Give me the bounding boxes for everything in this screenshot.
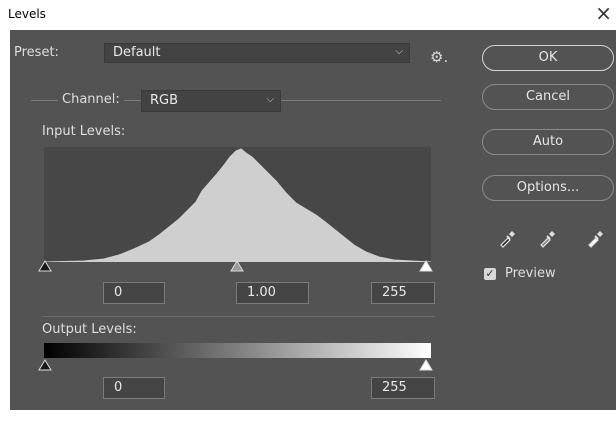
input-black-field[interactable]: 0	[103, 282, 165, 304]
preview-checkbox[interactable]: ✓	[484, 268, 496, 280]
cancel-button[interactable]: Cancel	[482, 84, 614, 110]
preset-value: Default	[113, 45, 161, 60]
input-gamma-field[interactable]: 1.00	[236, 282, 309, 304]
divider	[42, 316, 435, 317]
close-icon[interactable]: ×	[595, 2, 612, 24]
ok-button[interactable]: OK	[482, 45, 614, 71]
output-black-slider[interactable]	[38, 359, 52, 371]
input-black-slider[interactable]	[38, 260, 52, 272]
channel-value: RGB	[150, 93, 179, 108]
levels-panel: Preset: Default ⌵ ⚙. OK Cancel Auto Opti…	[10, 30, 616, 410]
chevron-down-icon: ⌵	[266, 94, 274, 105]
input-white-field[interactable]: 255	[371, 282, 435, 304]
white-eyedropper-icon[interactable]	[586, 230, 604, 248]
gear-icon[interactable]: ⚙.	[430, 48, 448, 66]
histogram-area	[44, 148, 431, 262]
check-icon: ✓	[485, 267, 495, 280]
channel-dropdown[interactable]: RGB ⌵	[141, 90, 281, 112]
gray-eyedropper-icon[interactable]	[538, 230, 556, 248]
preview-label: Preview	[505, 266, 556, 281]
channel-label: Channel:	[58, 92, 124, 107]
preset-dropdown[interactable]: Default ⌵	[104, 43, 410, 63]
input-levels-label: Input Levels:	[42, 124, 126, 139]
chevron-down-icon: ⌵	[395, 46, 403, 57]
output-levels-label: Output Levels:	[42, 322, 137, 337]
output-gradient-bar	[44, 343, 431, 358]
window-title: Levels	[8, 7, 46, 21]
histogram	[44, 147, 431, 262]
output-white-slider[interactable]	[419, 359, 433, 371]
histogram-graph	[44, 148, 431, 262]
black-eyedropper-icon[interactable]	[498, 230, 516, 248]
title-bar: Levels ×	[0, 0, 616, 30]
input-gamma-slider[interactable]	[230, 260, 244, 272]
output-black-field[interactable]: 0	[103, 377, 165, 399]
preset-label: Preset:	[14, 45, 59, 60]
output-white-field[interactable]: 255	[371, 377, 435, 399]
options-button[interactable]: Options...	[482, 175, 614, 201]
auto-button[interactable]: Auto	[482, 129, 614, 155]
input-white-slider[interactable]	[419, 260, 433, 272]
